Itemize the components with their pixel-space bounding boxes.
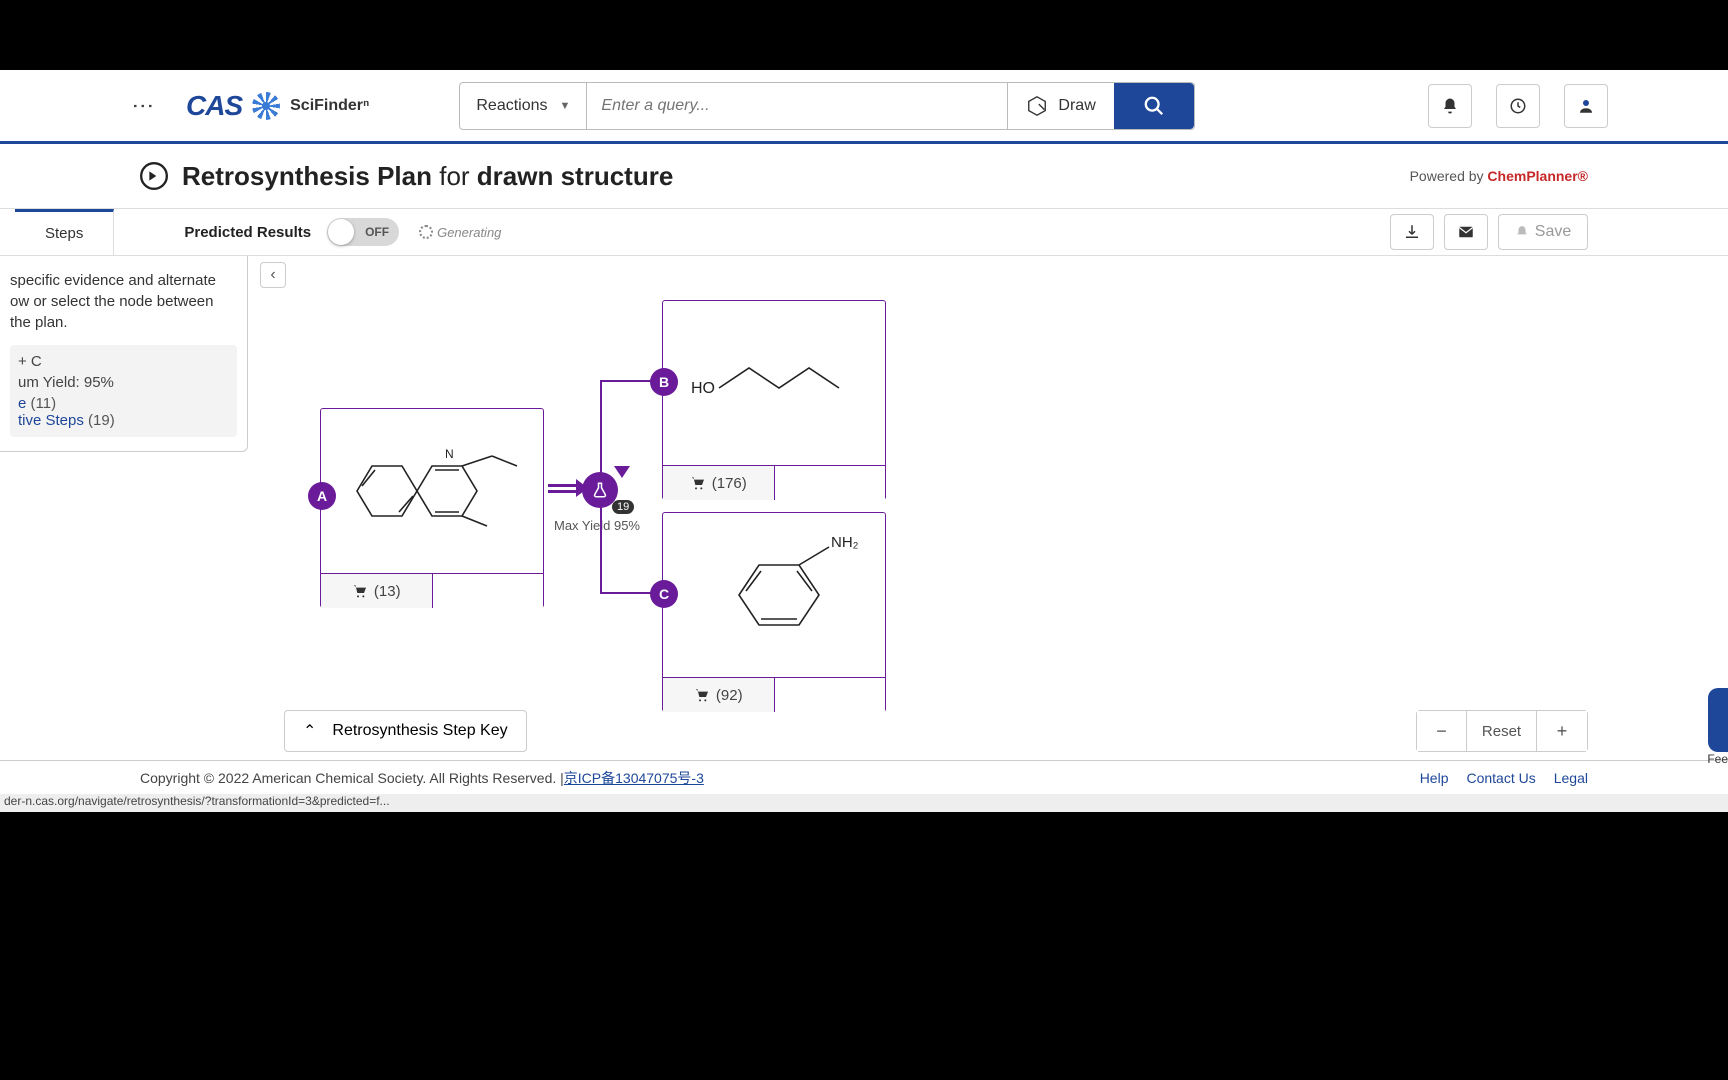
footer: Copyright © 2022 American Chemical Socie… [0,760,1728,794]
main-canvas: specific evidence and alternate ow or se… [0,256,1728,760]
tab-steps[interactable]: Steps [15,209,114,255]
logo-scifinder-text: SciFinderⁿ [290,97,369,115]
flask-icon [591,481,609,499]
cart-icon [694,687,710,703]
draw-button[interactable]: Draw [1007,83,1113,129]
node-badge-b: B [650,368,678,396]
account-button[interactable] [1564,84,1608,128]
molecule-a-empty-cell[interactable] [433,574,544,608]
logo[interactable]: CAS SciFinderⁿ [186,90,369,122]
generating-status: Generating [419,225,501,240]
search-type-dropdown[interactable]: Reactions ▼ [460,83,587,129]
cart-icon [690,475,706,491]
zoom-reset-button[interactable]: Reset [1467,711,1537,751]
step-key-button[interactable]: ⌃ Retrosynthesis Step Key [284,710,527,752]
svg-text:N: N [445,447,454,461]
node-badge-a: A [308,482,336,510]
app-menu-button[interactable]: ⋮ [130,95,156,117]
download-button[interactable] [1390,214,1434,250]
draw-label: Draw [1058,97,1095,115]
retrosynthesis-arrow [548,484,578,493]
molecule-b-structure: HO [679,338,869,428]
molecule-card-c[interactable]: NH₂ (92) [662,512,886,712]
predicted-results-label: Predicted Results [184,224,311,241]
email-button[interactable] [1444,214,1488,250]
toolbar: Steps Predicted Results OFF Generating S… [0,208,1728,256]
page-title: Retrosynthesis Plan for drawn structure [182,161,673,192]
chevron-down-icon: ▼ [560,100,571,112]
molecule-b-empty-cell[interactable] [775,466,886,500]
molecule-a-structure: N [337,436,527,546]
zoom-out-button[interactable]: − [1417,711,1467,751]
zoom-in-button[interactable]: + [1537,711,1587,751]
help-link[interactable]: Help [1420,770,1449,786]
save-button[interactable]: Save [1498,214,1588,250]
suppliers-a-button[interactable]: (13) [321,574,433,608]
feedback-label: Fee [1707,752,1728,766]
search-type-label: Reactions [476,97,547,115]
draw-hexagon-icon [1026,95,1048,117]
copyright-text: Copyright © 2022 American Chemical Socie… [140,770,564,786]
molecule-card-a[interactable]: N (13) [320,408,544,608]
browser-status-bar: der-n.cas.org/navigate/retrosynthesis/?t… [0,794,1728,812]
retrosynthesis-icon [140,162,168,190]
logo-swirl-icon [252,92,280,120]
history-button[interactable] [1496,84,1540,128]
cart-icon [352,583,368,599]
suppliers-c-button[interactable]: (92) [663,678,775,712]
bell-save-icon [1515,225,1529,239]
spinner-icon [419,225,433,239]
contact-link[interactable]: Contact Us [1466,770,1535,786]
envelope-icon [1457,223,1475,241]
search-bar: Reactions ▼ Draw [459,82,1194,130]
svg-text:NH₂: NH₂ [831,534,859,551]
feedback-tab[interactable] [1708,688,1728,752]
person-icon [1577,97,1595,115]
search-button[interactable] [1114,83,1194,129]
notifications-button[interactable] [1428,84,1472,128]
icp-link[interactable]: 京ICP备13047075号-3 [564,768,704,788]
predicted-toggle[interactable]: OFF [327,218,399,246]
clock-icon [1509,97,1527,115]
search-input[interactable] [587,83,1007,129]
chevron-up-icon: ⌃ [303,721,316,741]
toggle-knob [328,219,354,245]
page-title-bar: Retrosynthesis Plan for drawn structure … [0,144,1728,208]
app-header: ⋮ CAS SciFinderⁿ Reactions ▼ Draw [0,70,1728,144]
search-icon [1143,95,1165,117]
download-icon [1403,223,1421,241]
max-yield-label: Max Yield 95% [554,518,640,533]
legal-link[interactable]: Legal [1554,770,1588,786]
dropdown-indicator-icon[interactable] [614,466,630,478]
powered-by: Powered by ChemPlanner® [1410,168,1588,184]
molecule-card-b[interactable]: HO (176) [662,300,886,500]
svg-text:HO: HO [691,380,715,397]
molecule-c-empty-cell[interactable] [775,678,886,712]
suppliers-b-button[interactable]: (176) [663,466,775,500]
bell-icon [1441,97,1459,115]
zoom-controls: − Reset + [1416,710,1588,752]
node-badge-c: C [650,580,678,608]
toggle-state-label: OFF [365,225,389,239]
logo-cas-text: CAS [186,90,242,122]
molecule-c-structure: NH₂ [679,525,869,665]
reaction-count-badge: 19 [612,500,634,514]
